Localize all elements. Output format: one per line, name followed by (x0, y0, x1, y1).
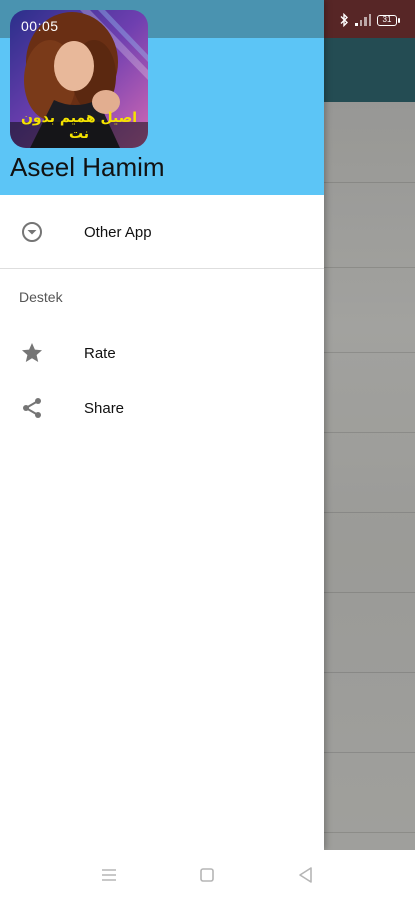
back-icon[interactable] (296, 865, 316, 885)
section-title: Destek (19, 289, 63, 305)
drawer-app-title: Aseel Hamim (10, 152, 165, 182)
drawer-header: اصيل هميم بدون نت 00:05 Aseel Hamim (0, 0, 324, 195)
expand-circle-icon (22, 222, 42, 242)
home-icon[interactable] (197, 865, 217, 885)
share-icon (23, 398, 41, 418)
menu-item-share[interactable]: Share (0, 383, 324, 433)
navigation-drawer: اصيل هميم بدون نت 00:05 Aseel Hamim Othe… (0, 0, 324, 850)
status-time: 00:05 (21, 18, 59, 34)
status-bar-icons: 31 (339, 12, 400, 28)
menu-icon[interactable] (99, 865, 119, 885)
logo-caption: اصيل هميم بدون نت (20, 110, 138, 142)
star-icon (22, 343, 42, 362)
menu-item-label: Other App (84, 223, 152, 241)
menu-item-other-app[interactable]: Other App (0, 207, 324, 257)
menu-item-label: Share (84, 399, 125, 417)
menu-item-rate[interactable]: Rate (0, 328, 324, 378)
signal-icon (355, 14, 371, 26)
system-navigation-bar (0, 850, 415, 900)
battery-icon: 31 (377, 14, 400, 26)
menu-item-label: Rate (84, 344, 116, 362)
drawer-divider (0, 268, 324, 269)
bluetooth-icon (340, 13, 348, 27)
